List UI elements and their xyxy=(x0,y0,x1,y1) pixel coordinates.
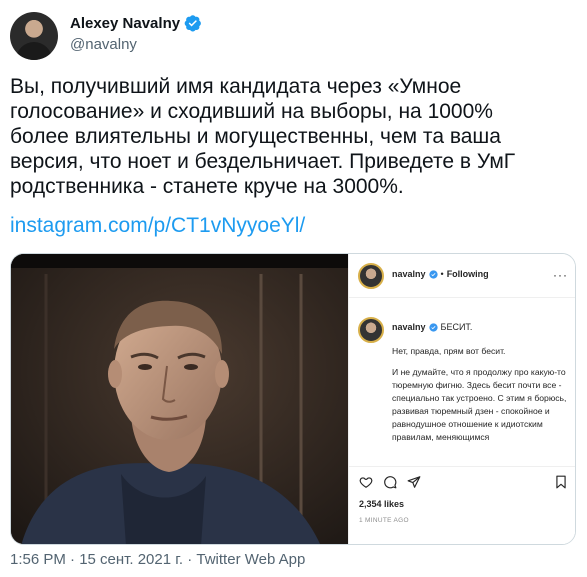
verified-badge-icon xyxy=(184,15,201,32)
ig-avatar[interactable] xyxy=(358,263,384,289)
author-name[interactable]: Alexey Navalny xyxy=(70,15,180,32)
ig-following-button[interactable]: Following xyxy=(447,269,489,279)
ig-actions-bar: 2,354 likes 1 MINUTE AGO xyxy=(349,466,575,544)
ig-likes-count[interactable]: 2,354 likes xyxy=(359,499,404,509)
tweet-meta-footer[interactable]: 1:56 PM · 15 сент. 2021 г. · Twitter Web… xyxy=(10,551,305,568)
heart-icon[interactable] xyxy=(359,475,373,489)
ig-header-user: navalny • Following xyxy=(392,269,489,279)
ig-username[interactable]: navalny xyxy=(392,269,426,279)
ig-caption-paragraph-1: Нет, правда, прям вот бесит. xyxy=(392,346,506,356)
comment-icon[interactable] xyxy=(383,475,397,489)
ig-post-username[interactable]: navalny xyxy=(392,322,426,332)
ig-caption-paragraph-2: И не думайте, что я продолжу про какую-т… xyxy=(392,367,567,442)
ig-separator: • xyxy=(440,269,444,279)
ig-verified-icon xyxy=(428,269,438,279)
ig-post-title: БЕСИТ. xyxy=(440,322,473,332)
tweet-header: Alexey Navalny @navalny xyxy=(10,12,570,60)
author-handle[interactable]: @navalny xyxy=(70,36,137,53)
ig-timestamp: 1 MINUTE AGO xyxy=(359,517,409,524)
author-avatar[interactable] xyxy=(10,12,58,60)
share-icon[interactable] xyxy=(407,475,421,489)
tweet-media-card[interactable]: navalny • Following ··· navalny БЕСИТ. Н… xyxy=(10,253,576,545)
navalny-photo[interactable] xyxy=(11,254,348,544)
ig-post-avatar[interactable] xyxy=(358,317,384,343)
ig-header: navalny • Following ··· xyxy=(349,254,575,298)
tweet-text: Вы, получивший имя кандидата через «Умно… xyxy=(10,75,516,198)
ig-verified-icon xyxy=(428,322,438,332)
ig-post-title-row: navalny БЕСИТ. xyxy=(392,322,472,332)
more-options-icon[interactable]: ··· xyxy=(553,268,568,282)
author-name-row: Alexey Navalny xyxy=(70,14,202,32)
bookmark-icon[interactable] xyxy=(554,475,568,489)
instagram-link[interactable]: instagram.com/p/CT1vNyyoeYl/ xyxy=(10,214,305,238)
portrait-illustration xyxy=(11,254,348,544)
instagram-embed[interactable]: navalny • Following ··· navalny БЕСИТ. Н… xyxy=(348,254,575,544)
